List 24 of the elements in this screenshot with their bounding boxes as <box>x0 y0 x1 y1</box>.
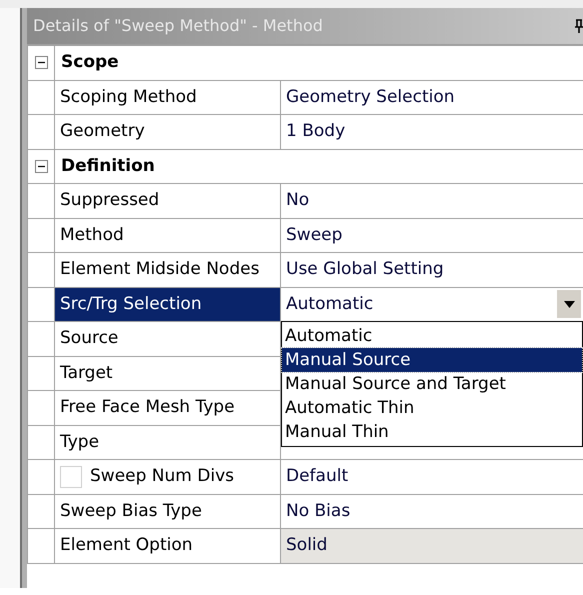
collapse-toggle[interactable] <box>34 56 48 70</box>
property-value: Use Global Setting <box>285 258 445 281</box>
dropdown-option[interactable]: Manual Source <box>282 348 582 372</box>
checkbox[interactable] <box>60 466 82 488</box>
pin-icon[interactable] <box>575 19 583 33</box>
collapse-toggle[interactable] <box>34 160 48 173</box>
property-value: 1 Body <box>285 120 346 143</box>
dropdown-option[interactable]: Automatic <box>282 324 582 348</box>
property-value: Solid <box>285 534 328 557</box>
property-value: No Bias <box>285 500 352 522</box>
group-heading: Definition <box>60 154 156 178</box>
panel-title: Details of "Sweep Method" - Method <box>33 15 323 37</box>
property-value: No <box>285 189 310 212</box>
dropdown-button[interactable] <box>557 290 581 318</box>
dropdown-option[interactable]: Manual Source and Target <box>282 372 582 396</box>
caret-icon <box>564 300 574 308</box>
dropdown-option[interactable]: Automatic Thin <box>282 396 582 420</box>
property-value: Sweep <box>285 224 344 246</box>
property-value: Geometry Selection <box>285 86 456 108</box>
property-value: Default <box>285 465 350 488</box>
dropdown-option[interactable]: Manual Thin <box>282 420 582 444</box>
property-value[interactable]: Automatic <box>281 292 557 317</box>
property-name[interactable]: Src/Trg Selection <box>55 288 281 321</box>
group-heading: Scope <box>60 51 120 74</box>
